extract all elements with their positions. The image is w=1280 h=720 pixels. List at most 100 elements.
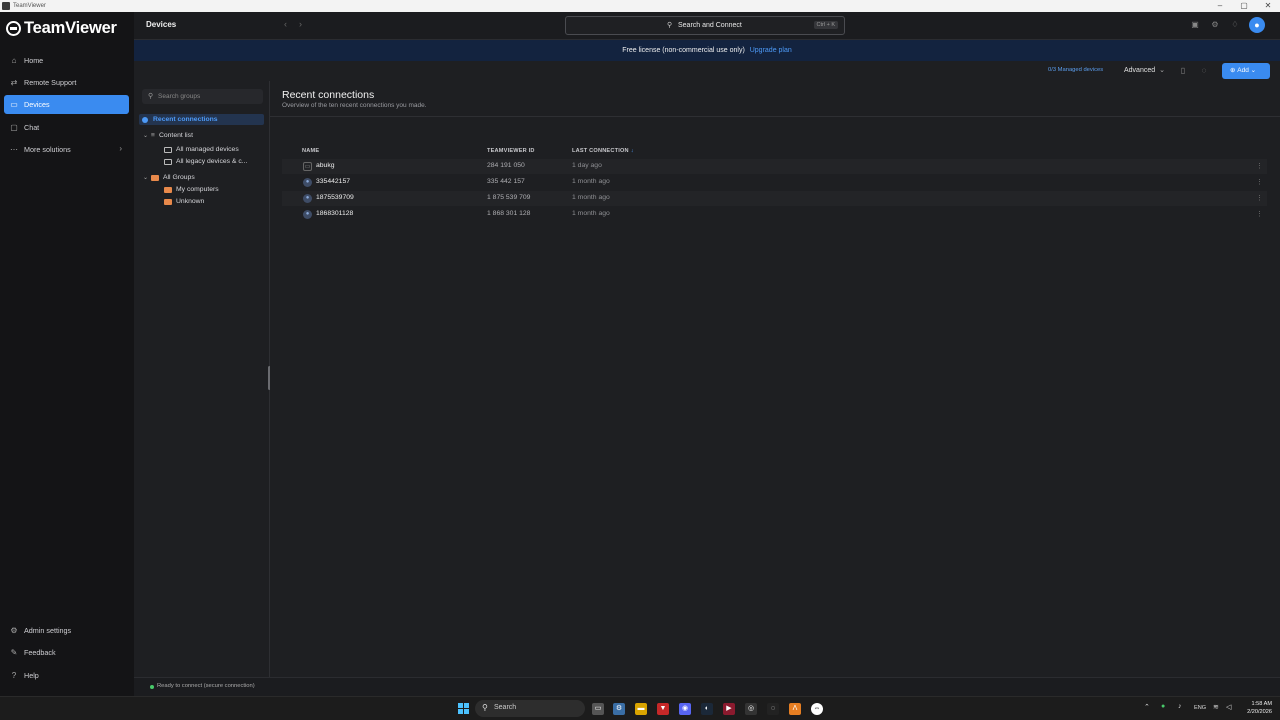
sidebar-item-label: Remote Support xyxy=(24,78,77,87)
more-options-icon[interactable]: ⋮ xyxy=(1256,194,1263,202)
last-connection: 1 day ago xyxy=(572,162,602,169)
sidebar-item-devices[interactable]: ▭ Devices xyxy=(4,95,129,114)
tree-item-label: Content list xyxy=(158,132,193,139)
view-mode-label: Advanced xyxy=(1124,67,1156,74)
table-row[interactable]: ▭ abukg 284 191 050 1 day ago ⋮ xyxy=(282,159,1267,174)
help-icon: ? xyxy=(11,670,17,680)
taskbar-search[interactable]: ⚲ Search xyxy=(475,700,585,717)
steam-icon[interactable]: ◐ xyxy=(701,703,713,715)
back-arrow-icon[interactable]: ‹ xyxy=(284,19,287,29)
top-bar: Devices ‹ › ⚲ Search and Connect Ctrl + … xyxy=(134,12,1280,40)
divider xyxy=(270,116,1280,117)
tree-item-all-managed-devices[interactable]: All managed devices xyxy=(164,144,239,155)
home-icon: ⌂ xyxy=(11,55,17,65)
app-icon[interactable]: Λ xyxy=(789,703,801,715)
status-bar: Ready to connect (secure connection) xyxy=(134,677,1280,696)
file-explorer-icon[interactable]: ▬ xyxy=(635,703,647,715)
volume-icon[interactable]: ◁ xyxy=(1226,703,1231,711)
sidebar-item-admin-settings[interactable]: ⚙ Admin settings xyxy=(4,621,129,640)
taskbar-clock[interactable]: 1:58 AM 2/20/2026 xyxy=(1240,700,1272,716)
chrome-icon[interactable]: ◎ xyxy=(745,703,757,715)
column-header-label: LAST CONNECTION xyxy=(572,148,629,154)
teamviewer-taskbar-icon[interactable]: ⇔ xyxy=(811,703,823,715)
forward-arrow-icon[interactable]: › xyxy=(299,19,302,29)
groups-panel: ⚲ Recent connections ⌄ ≡ Content list Al… xyxy=(134,81,270,677)
chevron-up-icon[interactable]: ⌃ xyxy=(1144,703,1150,711)
table-row[interactable]: ● 1875539709 1 875 539 709 1 month ago ⋮ xyxy=(282,191,1267,206)
notification-bell-icon[interactable]: ♢ xyxy=(1230,20,1240,30)
search-icon: ⚲ xyxy=(482,703,488,712)
app-icon[interactable]: ◌ xyxy=(767,703,779,715)
os-taskbar: ⚲ Search ▭ ⚙ ▬ ▼ ◉ ◐ ▶ ◎ ◌ Λ ⇔ ⌃ ● ♪ ENG… xyxy=(0,696,1280,720)
search-groups-input[interactable] xyxy=(158,91,258,102)
tray-app-icon[interactable]: ● xyxy=(1161,703,1165,710)
tree-item-all-groups[interactable]: ⌄ All Groups xyxy=(143,172,195,183)
panel-toggle-icon[interactable]: ▯ xyxy=(1177,65,1189,77)
sidebar-item-home[interactable]: ⌂ Home xyxy=(4,51,129,70)
language-indicator[interactable]: ENG xyxy=(1194,705,1206,711)
discord-icon[interactable]: ◉ xyxy=(679,703,691,715)
table-row[interactable]: ● 1868301128 1 868 301 128 1 month ago ⋮ xyxy=(282,207,1267,222)
tree-item-label: All Groups xyxy=(163,174,195,181)
column-header-teamviewer-id[interactable]: TEAMVIEWER ID xyxy=(487,148,535,154)
sort-descending-icon: ↓ xyxy=(630,148,634,154)
clock-icon xyxy=(142,116,148,123)
more-options-icon[interactable]: ⋮ xyxy=(1256,210,1263,218)
wifi-icon[interactable]: ≋ xyxy=(1213,703,1219,711)
sidebar-item-more-solutions[interactable]: ⋯ More solutions › xyxy=(4,140,129,159)
windows-start-icon[interactable] xyxy=(458,703,469,714)
license-banner: Free license (non-commercial use only) U… xyxy=(134,40,1280,61)
task-view-icon[interactable]: ▭ xyxy=(592,703,604,715)
brave-browser-icon[interactable]: ▼ xyxy=(657,703,669,715)
sidebar-item-feedback[interactable]: ✎ Feedback xyxy=(4,643,129,662)
teamviewer-id: 1 875 539 709 xyxy=(487,194,531,201)
device-name: abukg xyxy=(316,162,335,169)
last-connection: 1 month ago xyxy=(572,178,610,185)
managed-devices-count[interactable]: 0/3 Managed devices xyxy=(1048,67,1103,73)
view-mode-dropdown[interactable]: Advanced ⌄ xyxy=(1124,66,1165,74)
column-header-last-connection[interactable]: LAST CONNECTION ↓ xyxy=(572,148,634,154)
remote-support-icon: ⇄ xyxy=(10,77,18,87)
teamviewer-logo: TeamViewer xyxy=(6,19,117,37)
upgrade-plan-link[interactable]: Upgrade plan xyxy=(750,47,792,54)
column-header-name[interactable]: NAME xyxy=(302,148,319,154)
settings-gear-icon[interactable]: ⚙ xyxy=(1210,20,1220,30)
teamviewer-logo-icon xyxy=(6,20,21,36)
more-options-icon[interactable]: ⋮ xyxy=(1256,178,1263,186)
sidebar-item-label: Admin settings xyxy=(24,626,72,635)
device-name: 1875539709 xyxy=(316,194,354,201)
maximize-button[interactable]: ▢ xyxy=(1232,0,1256,12)
tree-item-recent-connections[interactable]: Recent connections xyxy=(139,114,264,125)
media-player-icon[interactable]: ▶ xyxy=(723,703,735,715)
sidebar-item-label: Help xyxy=(24,671,39,680)
search-and-connect-input[interactable]: ⚲ Search and Connect Ctrl + K xyxy=(565,16,845,35)
logo-text: TeamViewer xyxy=(24,18,117,37)
settings-app-icon[interactable]: ⚙ xyxy=(613,703,625,715)
group-search-field[interactable]: ⚲ xyxy=(142,89,263,104)
user-avatar[interactable]: ● xyxy=(1249,17,1265,33)
tree-item-my-computers[interactable]: My computers xyxy=(164,184,219,195)
folder-icon xyxy=(164,186,172,193)
monitor-icon xyxy=(164,158,172,165)
add-button[interactable]: ⊕ Add ⌄ xyxy=(1222,63,1270,79)
tree-item-content-list[interactable]: ⌄ ≡ Content list xyxy=(143,130,193,141)
close-button[interactable]: ✕ xyxy=(1256,0,1280,12)
minimize-button[interactable]: – xyxy=(1208,0,1232,12)
microphone-icon[interactable]: ♪ xyxy=(1178,703,1182,710)
tree-item-label: My computers xyxy=(176,186,219,193)
screen-share-icon[interactable]: ▣ xyxy=(1190,20,1200,30)
sidebar-item-label: Chat xyxy=(24,123,40,132)
tree-item-all-legacy-devices[interactable]: All legacy devices & c... xyxy=(164,156,247,167)
sidebar-item-help[interactable]: ? Help xyxy=(4,666,129,685)
list-icon: ≡ xyxy=(151,132,155,139)
search-label: Search and Connect xyxy=(678,22,742,29)
table-row[interactable]: ● 335442157 335 442 157 1 month ago ⋮ xyxy=(282,175,1267,190)
more-options-icon[interactable]: ⋮ xyxy=(1256,162,1263,170)
sidebar-item-chat[interactable]: ▢ Chat xyxy=(4,118,129,137)
tree-item-label: Recent connections xyxy=(153,116,218,123)
taskbar-search-label: Search xyxy=(494,704,517,711)
refresh-icon[interactable]: ◌ xyxy=(1198,65,1210,77)
tree-item-unknown[interactable]: Unknown xyxy=(164,196,204,207)
license-text: Free license (non-commercial use only) xyxy=(622,47,745,54)
sidebar-item-remote-support[interactable]: ⇄ Remote Support xyxy=(4,73,129,92)
